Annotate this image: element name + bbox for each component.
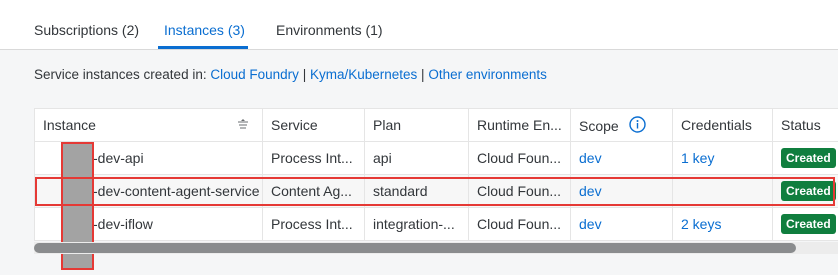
active-tab-indicator <box>158 46 248 49</box>
scope-cell: dev <box>570 207 673 241</box>
info-circle-icon[interactable] <box>628 116 646 133</box>
credentials-cell: 2 keys <box>672 207 773 241</box>
link-other-environments[interactable]: Other environments <box>428 67 547 82</box>
runtime-environment: Cloud Foun... <box>468 207 571 241</box>
plan-name: api <box>364 141 469 175</box>
credentials-cell <box>672 174 773 208</box>
table-row[interactable]: -dev-iflow Process Int... integration-..… <box>34 207 838 241</box>
separator: | <box>421 67 425 82</box>
plan-name: standard <box>364 174 469 208</box>
horizontal-scrollbar-thumb[interactable] <box>34 243 796 253</box>
scope-cell: dev <box>570 141 673 175</box>
column-header-runtime-environment[interactable]: Runtime En... <box>468 108 571 142</box>
service-name: Process Int... <box>262 141 365 175</box>
column-header-credentials[interactable]: Credentials <box>672 108 773 142</box>
status-cell: Created <box>772 207 838 241</box>
table-row[interactable]: -dev-content-agent-service Content Ag...… <box>34 174 838 208</box>
tab-instances[interactable]: Instances (3) <box>164 22 245 38</box>
column-header-plan[interactable]: Plan <box>364 108 469 142</box>
table-header-row: Instance Service Plan Runtime En... Scop… <box>34 108 838 142</box>
column-header-scope[interactable]: Scope <box>570 108 673 142</box>
service-name: Process Int... <box>262 207 365 241</box>
link-kyma-kubernetes[interactable]: Kyma/Kubernetes <box>310 67 417 82</box>
scope-cell: dev <box>570 174 673 208</box>
credentials-link[interactable]: 1 key <box>681 150 714 166</box>
status-badge: Created <box>781 214 836 234</box>
instances-table-container: Instance Service Plan Runtime En... Scop… <box>34 108 838 258</box>
column-header-status[interactable]: Status <box>772 108 838 142</box>
status-badge: Created <box>781 148 836 168</box>
column-label: Scope <box>579 118 619 134</box>
tab-environments[interactable]: Environments (1) <box>276 22 383 38</box>
scope-link[interactable]: dev <box>579 216 602 232</box>
status-badge: Created <box>781 181 836 201</box>
runtime-environment: Cloud Foun... <box>468 141 571 175</box>
scope-link[interactable]: dev <box>579 150 602 166</box>
instances-table: Instance Service Plan Runtime En... Scop… <box>34 108 838 241</box>
status-cell: Created <box>772 141 838 175</box>
tab-bar: Subscriptions (2) Instances (3) Environm… <box>0 0 838 50</box>
column-label: Instance <box>43 117 96 133</box>
column-header-service[interactable]: Service <box>262 108 365 142</box>
runtime-environment: Cloud Foun... <box>468 174 571 208</box>
credentials-link[interactable]: 2 keys <box>681 216 721 232</box>
info-prefix: Service instances created in: <box>34 67 207 82</box>
sort-icon[interactable] <box>238 119 248 129</box>
service-instances-info: Service instances created in: Cloud Foun… <box>34 67 547 82</box>
separator: | <box>302 67 307 82</box>
credentials-cell: 1 key <box>672 141 773 175</box>
link-cloud-foundry[interactable]: Cloud Foundry <box>210 67 299 82</box>
column-header-instance[interactable]: Instance <box>34 108 263 142</box>
scope-link[interactable]: dev <box>579 183 602 199</box>
plan-name: integration-... <box>364 207 469 241</box>
table-row[interactable]: -dev-api Process Int... api Cloud Foun..… <box>34 141 838 175</box>
status-cell: Created <box>772 174 838 208</box>
tab-subscriptions[interactable]: Subscriptions (2) <box>34 22 139 38</box>
service-name: Content Ag... <box>262 174 365 208</box>
